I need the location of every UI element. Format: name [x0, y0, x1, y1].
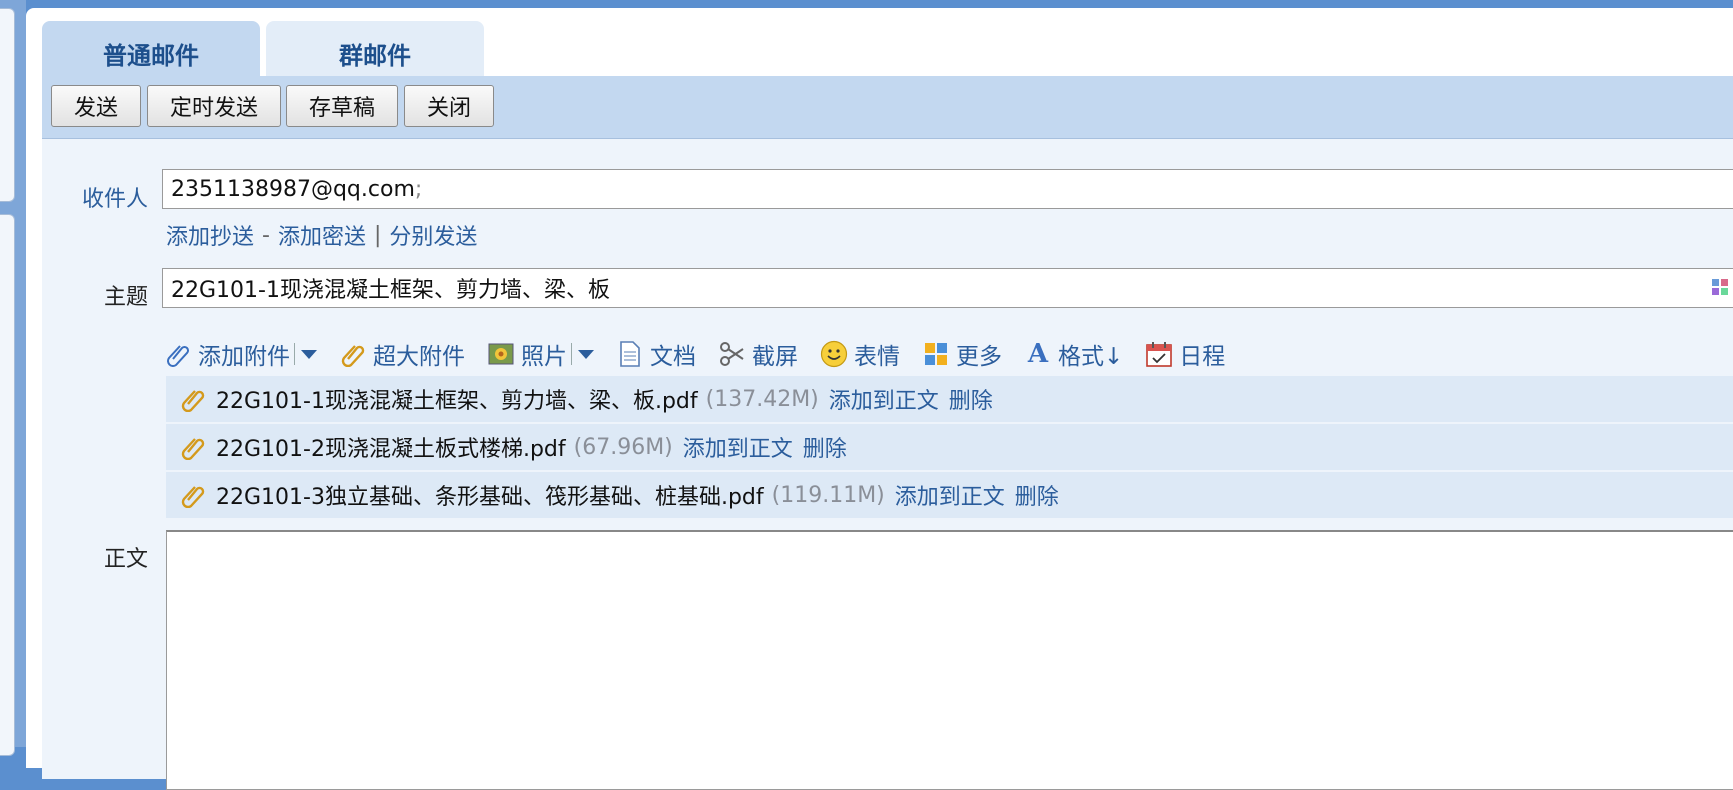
attachment-name[interactable]: 22G101-1现浇混凝土框架、剪力墙、梁、板.pdf	[216, 383, 698, 415]
chevron-down-icon[interactable]	[301, 349, 317, 359]
attachment-size: (137.42M)	[705, 386, 819, 412]
paperclip-icon	[164, 340, 192, 368]
links-dash: -	[262, 222, 270, 248]
tab-group-mail[interactable]: 群邮件	[266, 21, 484, 77]
attachment-name[interactable]: 22G101-3独立基础、条形基础、筏形基础、桩基础.pdf	[216, 479, 764, 511]
add-cc-link[interactable]: 添加抄送	[166, 219, 254, 251]
close-button[interactable]: 关闭	[404, 85, 494, 127]
subject-field[interactable]: 22G101-1现浇混凝土框架、剪力墙、梁、板	[162, 268, 1733, 308]
recipient-links: 添加抄送 - 添加密送 | 分别发送	[166, 219, 477, 251]
paperclip-icon	[181, 486, 205, 508]
chevron-down-icon[interactable]	[578, 349, 594, 359]
left-rail	[0, 0, 26, 756]
attachment-row: 22G101-1现浇混凝土框架、剪力墙、梁、板.pdf (137.42M) 添加…	[166, 376, 1733, 424]
emoji-label: 表情	[854, 344, 900, 370]
attachment-name[interactable]: 22G101-2现浇混凝土板式楼梯.pdf	[216, 431, 566, 463]
recipient-separator: ;	[414, 176, 423, 202]
recipient-label[interactable]: 收件人	[58, 181, 148, 213]
scheduled-send-button[interactable]: 定时发送	[147, 85, 281, 127]
format-button[interactable]: A 格式↓	[1024, 337, 1123, 371]
document-button[interactable]: 文档	[616, 337, 696, 371]
large-attachment-label: 超大附件	[373, 344, 465, 370]
emoji-button[interactable]: 表情	[820, 337, 900, 371]
body-editor[interactable]	[166, 530, 1733, 790]
save-draft-button[interactable]: 存草稿	[286, 85, 398, 127]
add-to-body-link[interactable]: 添加到正文	[829, 383, 939, 415]
body-label: 正文	[103, 547, 148, 572]
font-format-icon: A	[1027, 339, 1049, 369]
compose-window: 普通邮件 群邮件 发送 定时发送 存草稿 关闭 收件人 2351138987@q…	[26, 8, 1733, 790]
recipient-address[interactable]: 2351138987@qq.com	[171, 177, 415, 202]
subject-format-icon[interactable]	[1711, 278, 1733, 296]
paperclip-gold-icon	[339, 340, 367, 368]
document-label: 文档	[650, 344, 696, 370]
schedule-button[interactable]: 日程	[1145, 337, 1225, 371]
delete-attachment-link[interactable]: 删除	[803, 431, 847, 463]
recipient-field[interactable]: 2351138987@qq.com;	[162, 169, 1733, 209]
send-button[interactable]: 发送	[51, 85, 141, 127]
more-button[interactable]: 更多	[922, 337, 1002, 371]
more-label: 更多	[956, 344, 1002, 370]
photo-button[interactable]: 照片	[487, 337, 594, 371]
separate-send-link[interactable]: 分别发送	[389, 219, 477, 251]
schedule-label: 日程	[1179, 344, 1226, 370]
attachment-toolbar: 添加附件 超大附件 照片 文档 截屏 表情 更多 A 格式↓ 日程	[164, 337, 1247, 371]
add-bcc-link[interactable]: 添加密送	[278, 219, 366, 251]
delete-attachment-link[interactable]: 删除	[949, 383, 993, 415]
add-to-body-link[interactable]: 添加到正文	[683, 431, 793, 463]
left-panel-top	[0, 8, 15, 202]
calendar-icon	[1145, 340, 1173, 368]
photo-label: 照片	[521, 344, 567, 370]
large-attachment-button[interactable]: 超大附件	[339, 337, 465, 371]
subject-text[interactable]: 22G101-1现浇混凝土框架、剪力墙、梁、板	[171, 272, 610, 304]
paperclip-icon	[181, 438, 205, 460]
smiley-icon	[820, 340, 848, 368]
attachment-row: 22G101-2现浇混凝土板式楼梯.pdf (67.96M) 添加到正文 删除	[166, 424, 1733, 472]
grid-icon	[922, 340, 950, 368]
divider	[294, 343, 295, 365]
format-label: 格式↓	[1058, 344, 1124, 370]
links-bar: |	[373, 222, 382, 248]
left-panel-bottom	[0, 214, 15, 756]
screenshot-button[interactable]: 截屏	[718, 337, 798, 371]
compose-form: 收件人 2351138987@qq.com; 添加抄送 - 添加密送 | 分别发…	[42, 139, 1733, 790]
subject-label: 主题	[103, 285, 148, 310]
attachment-size: (67.96M)	[573, 434, 673, 460]
add-to-body-link[interactable]: 添加到正文	[895, 479, 1005, 511]
divider	[571, 343, 572, 365]
attachment-row: 22G101-3独立基础、条形基础、筏形基础、桩基础.pdf (119.11M)…	[166, 472, 1733, 520]
tab-normal-mail[interactable]: 普通邮件	[42, 21, 260, 77]
delete-attachment-link[interactable]: 删除	[1015, 479, 1059, 511]
compose-toolbar: 发送 定时发送 存草稿 关闭	[42, 76, 1733, 139]
add-attachment-label: 添加附件	[198, 344, 290, 370]
add-attachment-button[interactable]: 添加附件	[164, 337, 317, 371]
screenshot-label: 截屏	[752, 344, 798, 370]
document-icon	[616, 340, 644, 368]
paperclip-icon	[181, 390, 205, 412]
scissors-icon	[718, 340, 746, 368]
photo-icon	[487, 340, 515, 368]
attachment-size: (119.11M)	[771, 482, 885, 508]
